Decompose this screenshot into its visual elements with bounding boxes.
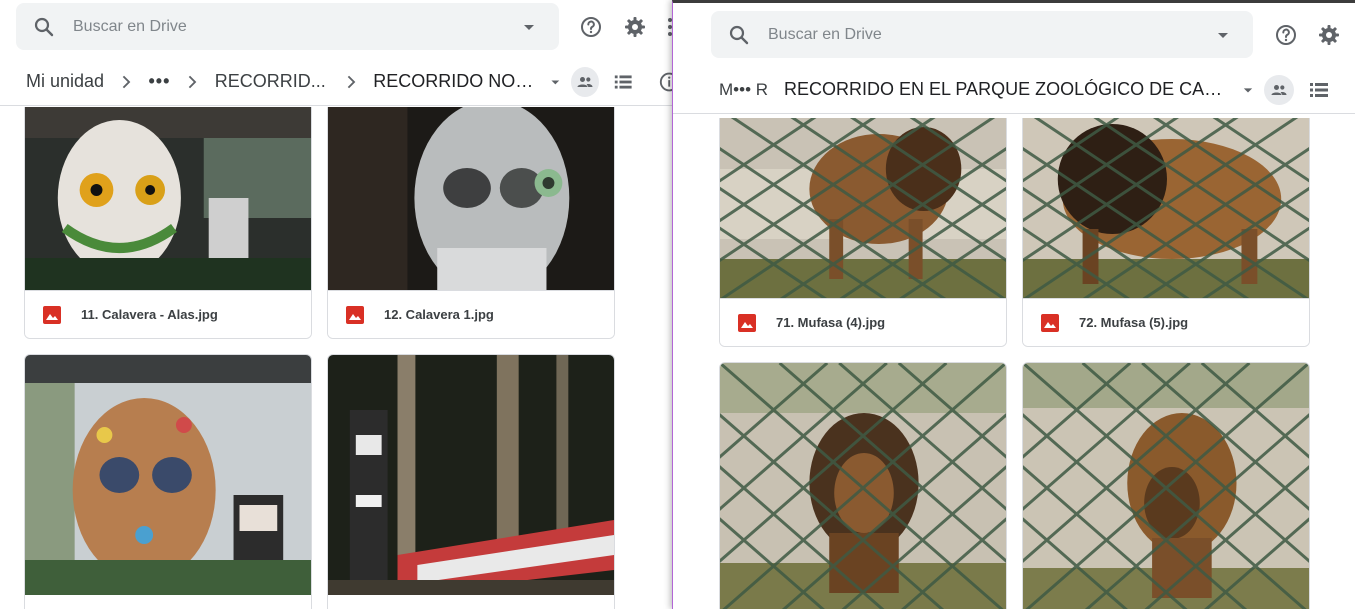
file-thumbnail[interactable] [720,118,1006,300]
image-file-icon [738,313,756,332]
file-grid: 71. Mufasa (4).jpg 72. Mufasa (5).jpg [673,118,1355,609]
shared-folder-button[interactable] [571,66,600,97]
folder-menu-dropdown-icon[interactable] [546,72,565,92]
settings-icon[interactable] [1317,23,1341,47]
search-options-dropdown-icon[interactable] [517,15,541,39]
file-card[interactable]: 72. Mufasa (5).jpg [1022,118,1310,347]
shared-folder-button[interactable] [1264,74,1295,105]
list-view-icon[interactable] [612,70,634,94]
breadcrumb-root[interactable]: Mi unidad [26,71,104,92]
file-name: 72. Mufasa (5).jpg [1079,315,1189,330]
file-thumbnail[interactable] [25,355,311,595]
breadcrumb-ellipsis[interactable]: ••• [148,71,170,92]
list-view-icon[interactable] [1307,78,1331,102]
search-bar[interactable]: Buscar en Drive [711,11,1253,58]
file-card[interactable] [1022,362,1310,609]
search-icon[interactable] [32,15,56,39]
chevron-right-icon [347,75,356,88]
file-card[interactable] [327,354,615,609]
file-card[interactable]: 71. Mufasa (4).jpg [719,118,1007,347]
file-name: 11. Calavera - Alas.jpg [81,307,218,322]
file-thumbnail[interactable] [1023,118,1309,300]
search-icon[interactable] [727,23,751,47]
breadcrumb-current[interactable]: RECORRIDO EN EL PARQUE ZOOLÓGICO DE CARI… [784,79,1224,100]
file-label[interactable]: 71. Mufasa (4).jpg [720,298,1006,346]
file-thumbnail[interactable] [1023,363,1309,609]
file-grid: 11. Calavera - Alas.jpg 12. Calavera 1.j… [0,107,680,609]
chevron-right-icon [189,75,197,88]
file-name: 71. Mufasa (4).jpg [776,315,886,330]
file-name: 12. Calavera 1.jpg [384,307,494,322]
file-thumbnail[interactable] [720,363,1006,609]
help-icon[interactable] [1274,23,1298,47]
file-thumbnail[interactable] [25,107,311,292]
file-thumbnail[interactable] [328,355,614,595]
file-label[interactable]: 11. Calavera - Alas.jpg [25,290,311,338]
file-label[interactable]: 12. Calavera 1.jpg [328,290,614,338]
breadcrumb-current[interactable]: RECORRIDO NOCT... [373,71,540,92]
breadcrumb-parent[interactable]: RECORRID... [215,71,326,92]
file-card[interactable]: 12. Calavera 1.jpg [327,107,615,339]
file-card[interactable] [719,362,1007,609]
drive-window-right: Buscar en Drive M••• R RECORRIDO EN EL P… [672,0,1355,609]
file-card[interactable] [24,354,312,609]
image-file-icon [1041,313,1059,332]
shared-folder-icon [577,76,593,87]
settings-icon[interactable] [623,15,647,39]
file-card[interactable]: 11. Calavera - Alas.jpg [24,107,312,339]
breadcrumb: Mi unidad ••• RECORRID... RECORRIDO NOCT… [0,58,680,106]
search-bar[interactable]: Buscar en Drive [16,3,559,50]
image-file-icon [43,305,61,324]
chevron-right-icon [122,75,131,88]
search-input[interactable]: Buscar en Drive [73,18,517,36]
breadcrumb-truncated[interactable]: M••• R [719,80,768,100]
search-input[interactable]: Buscar en Drive [768,26,1211,44]
search-options-dropdown-icon[interactable] [1211,23,1235,47]
folder-menu-dropdown-icon[interactable] [1238,80,1258,100]
shared-folder-icon [1271,84,1287,95]
help-icon[interactable] [579,15,603,39]
image-file-icon [346,305,364,324]
file-label[interactable]: 72. Mufasa (5).jpg [1023,298,1309,346]
breadcrumb: M••• R RECORRIDO EN EL PARQUE ZOOLÓGICO … [673,66,1355,114]
drive-window-left: Buscar en Drive Mi unidad ••• RECORRID..… [0,0,680,609]
file-thumbnail[interactable] [328,107,614,292]
